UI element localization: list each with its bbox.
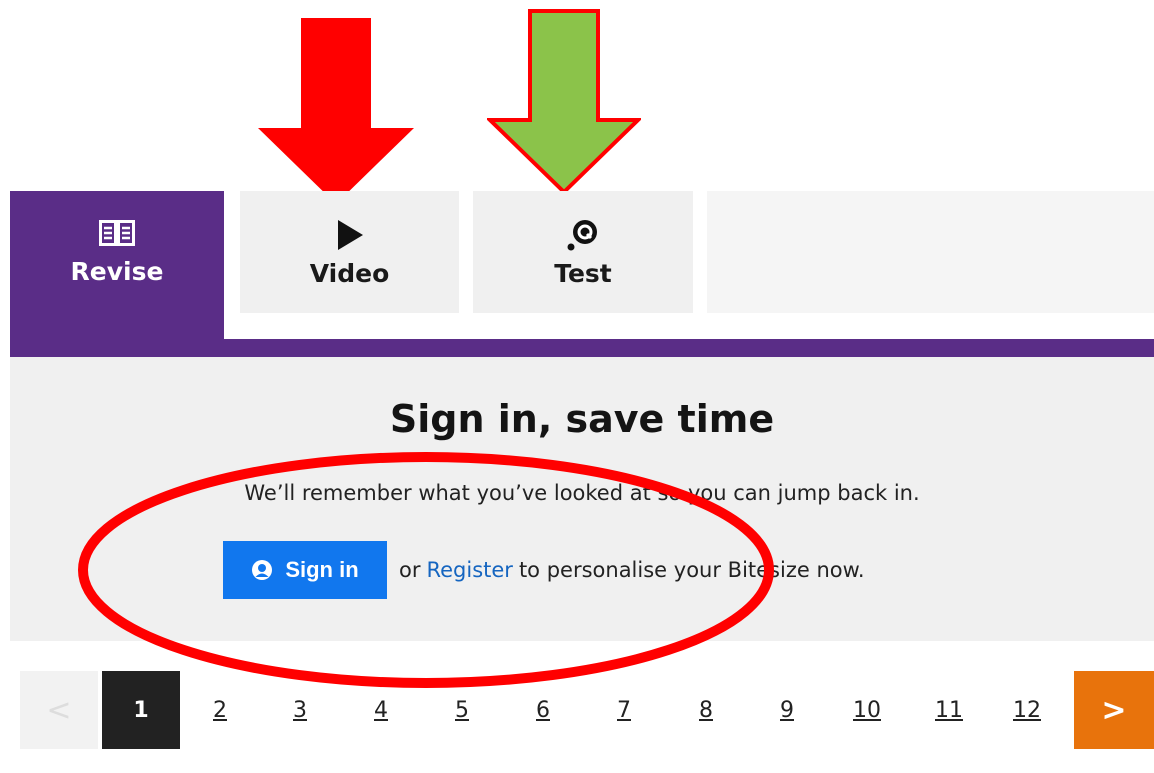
next-page-button[interactable]: > <box>1074 671 1154 749</box>
sign-in-button[interactable]: Sign in <box>223 541 387 599</box>
annotation-green-arrow <box>487 9 641 195</box>
page-current: 1 <box>102 671 180 749</box>
signin-description: We’ll remember what you’ve looked at so … <box>244 481 920 505</box>
page-link-7[interactable]: 7 <box>604 671 644 749</box>
page-link-5[interactable]: 5 <box>442 671 482 749</box>
signin-tail-text: to personalise your Bitesize now. <box>518 558 865 582</box>
signin-row: Sign in or Register to personalise your … <box>223 541 865 599</box>
annotation-red-arrow <box>258 18 414 204</box>
signin-title: Sign in, save time <box>389 397 775 441</box>
tab-video-label: Video <box>309 258 390 288</box>
page-link-6[interactable]: 6 <box>523 671 563 749</box>
tab-test-label: Test <box>554 258 612 288</box>
page-link-12[interactable]: 12 <box>1007 671 1047 749</box>
tab-video[interactable]: Video <box>240 191 459 313</box>
previous-page-button: < <box>20 671 98 749</box>
play-icon <box>336 217 364 253</box>
tab-test[interactable]: Test <box>473 191 693 313</box>
page-link-11[interactable]: 11 <box>929 671 969 749</box>
register-link[interactable]: Register <box>426 558 512 582</box>
user-icon <box>251 559 273 581</box>
signin-panel: Sign in, save time We’ll remember what y… <box>10 357 1154 641</box>
tab-revise-label: Revise <box>70 257 164 286</box>
page-link-2[interactable]: 2 <box>200 671 240 749</box>
page-link-10[interactable]: 10 <box>847 671 887 749</box>
tab-underline <box>10 339 1154 357</box>
pagination: < 1 2 3 4 5 6 7 8 9 10 11 12 > <box>20 671 1154 749</box>
page-link-4[interactable]: 4 <box>361 671 401 749</box>
page-link-8[interactable]: 8 <box>686 671 726 749</box>
tab-spacer <box>707 191 1154 313</box>
sign-in-button-label: Sign in <box>285 557 359 582</box>
or-text: or <box>399 558 421 582</box>
book-icon <box>99 215 135 251</box>
tab-strip: Revise Video Test <box>10 191 1154 357</box>
page-link-9[interactable]: 9 <box>767 671 807 749</box>
quiz-icon <box>566 217 600 253</box>
page-link-3[interactable]: 3 <box>280 671 320 749</box>
tab-revise[interactable]: Revise <box>10 191 224 357</box>
